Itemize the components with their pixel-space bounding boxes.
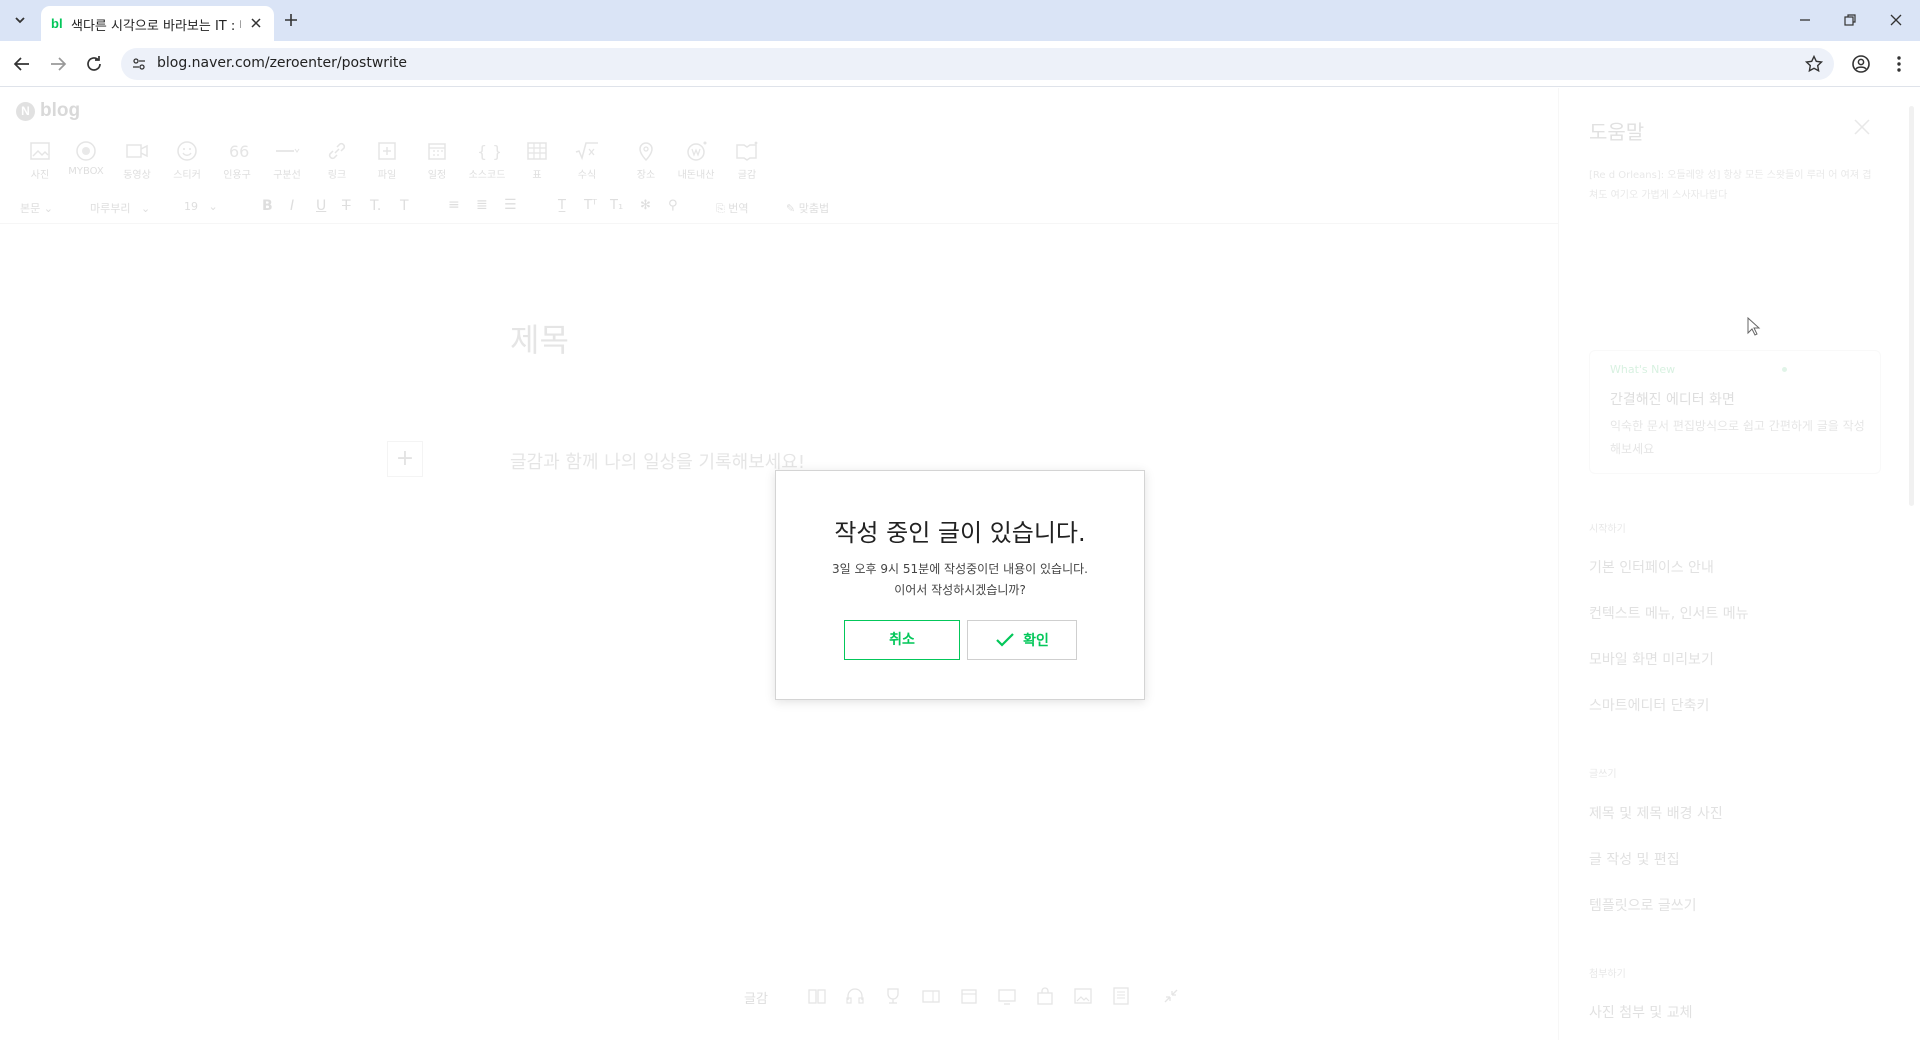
minimize-icon[interactable] (1795, 10, 1815, 30)
site-info-icon[interactable] (131, 56, 147, 72)
reload-icon[interactable] (83, 53, 105, 75)
confirm-button[interactable]: 확인 (967, 620, 1077, 660)
url-text: blog.naver.com/zeroenter/postwrite (157, 55, 408, 71)
draft-resume-dialog: 작성 중인 글이 있습니다. 3일 오후 9시 51분에 작성중이던 내용이 있… (775, 470, 1145, 700)
mouse-cursor-icon (1747, 317, 1761, 337)
profile-icon[interactable] (1850, 53, 1872, 75)
window-close-icon[interactable] (1886, 10, 1906, 30)
restore-icon[interactable] (1840, 10, 1860, 30)
dialog-message: 3일 오후 9시 51분에 작성중이던 내용이 있습니다. 이어서 작성하시겠습… (776, 559, 1144, 601)
active-tab[interactable]: bl 색다른 시각으로 바라보는 IT : 네이버 (41, 6, 274, 41)
back-icon[interactable] (11, 53, 33, 75)
tab-search-icon[interactable] (10, 10, 30, 30)
dialog-message-line1: 3일 오후 9시 51분에 작성중이던 내용이 있습니다. (832, 562, 1088, 576)
bookmark-star-icon[interactable] (1804, 54, 1824, 74)
check-icon (995, 632, 1015, 648)
cancel-button[interactable]: 취소 (844, 620, 960, 660)
address-bar[interactable]: blog.naver.com/zeroenter/postwrite (121, 48, 1834, 80)
browser-toolbar: blog.naver.com/zeroenter/postwrite (0, 41, 1920, 87)
tab-close-icon[interactable] (246, 13, 266, 33)
dialog-title: 작성 중인 글이 있습니다. (834, 519, 1086, 547)
confirm-label: 확인 (1023, 633, 1049, 649)
dialog-message-line2: 이어서 작성하시겠습니까? (894, 583, 1026, 597)
tab-title: 색다른 시각으로 바라보는 IT : 네이버 (71, 19, 241, 34)
tab-favicon: bl (51, 16, 63, 31)
new-tab-icon[interactable] (281, 10, 301, 30)
browser-tab-strip: bl 색다른 시각으로 바라보는 IT : 네이버 (0, 0, 1920, 41)
menu-kebab-icon[interactable] (1889, 53, 1909, 75)
forward-icon[interactable] (47, 53, 69, 75)
